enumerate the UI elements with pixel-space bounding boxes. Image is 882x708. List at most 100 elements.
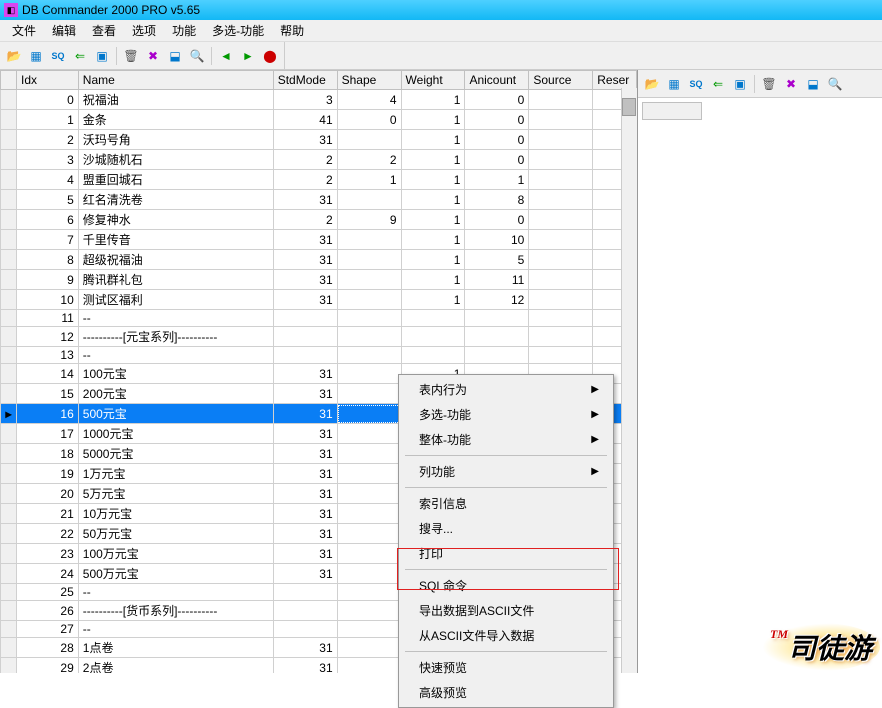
cell-shape[interactable] [337,484,401,504]
tool1-icon[interactable]: ✖ [143,46,163,66]
cell-idx[interactable]: 21 [17,504,79,524]
cell-shape[interactable]: 0 [337,110,401,130]
cell-name[interactable]: 沃玛号角 [78,130,273,150]
cell-std[interactable]: 31 [273,424,337,444]
cell-idx[interactable]: 14 [17,364,79,384]
cell-std[interactable]: 31 [273,638,337,658]
cell-shape[interactable] [337,270,401,290]
cell-src[interactable] [529,290,593,310]
add-icon-r[interactable]: ▣ [730,74,750,94]
cell-src[interactable] [529,190,593,210]
cell-std[interactable]: 31 [273,658,337,674]
cell-name[interactable]: -- [78,310,273,327]
table-row[interactable]: 11-- [1,310,637,327]
open-icon[interactable]: 📂 [4,46,24,66]
cell-src[interactable] [529,170,593,190]
cell-shape[interactable]: 2 [337,150,401,170]
cell-std[interactable]: 31 [273,464,337,484]
cell-ani[interactable] [465,310,529,327]
cell-std[interactable]: 2 [273,150,337,170]
cell-idx[interactable]: 8 [17,250,79,270]
cell-std[interactable]: 31 [273,544,337,564]
cm-whole-func[interactable]: 整体-功能▶ [401,427,611,452]
cell-shape[interactable] [337,621,401,638]
table-row[interactable]: 4盟重回城石2111 [1,170,637,190]
cell-idx[interactable]: 1 [17,110,79,130]
cell-shape[interactable] [337,347,401,364]
cell-idx[interactable]: 28 [17,638,79,658]
table-row[interactable]: 3沙城随机石2210 [1,150,637,170]
cell-idx[interactable]: 0 [17,90,79,110]
cell-std[interactable]: 31 [273,250,337,270]
cell-ani[interactable]: 0 [465,130,529,150]
table-row[interactable]: 13-- [1,347,637,364]
cell-shape[interactable]: 4 [337,90,401,110]
menu-help[interactable]: 帮助 [272,20,312,41]
cell-shape[interactable] [337,130,401,150]
cell-weight[interactable] [401,347,465,364]
cell-ani[interactable]: 8 [465,190,529,210]
cm-print[interactable]: 打印 [401,541,611,566]
cell-shape[interactable] [337,601,401,621]
cell-idx[interactable]: 25 [17,584,79,601]
cell-name[interactable]: 50万元宝 [78,524,273,544]
table-row[interactable]: 0祝福油3410 [1,90,637,110]
tool2-icon-r[interactable]: ⬓ [803,74,823,94]
cell-idx[interactable]: 11 [17,310,79,327]
cell-std[interactable]: 31 [273,290,337,310]
cm-search[interactable]: 搜寻... [401,516,611,541]
cell-ani[interactable]: 0 [465,90,529,110]
cell-idx[interactable]: 23 [17,544,79,564]
cell-idx[interactable]: 20 [17,484,79,504]
col-idx[interactable]: Idx [17,71,79,90]
cell-ani[interactable] [465,347,529,364]
cell-name[interactable]: 500元宝 [78,404,273,424]
cell-weight[interactable]: 1 [401,110,465,130]
cell-src[interactable] [529,210,593,230]
cell-std[interactable]: 31 [273,384,337,404]
cell-name[interactable]: 腾讯群礼包 [78,270,273,290]
cell-shape[interactable] [337,404,401,424]
cell-shape[interactable] [337,584,401,601]
menu-view[interactable]: 查看 [84,20,124,41]
menu-options[interactable]: 选项 [124,20,164,41]
cell-shape[interactable] [337,290,401,310]
cell-weight[interactable]: 1 [401,270,465,290]
cell-shape[interactable] [337,658,401,674]
cell-idx[interactable]: 3 [17,150,79,170]
sql-icon-r[interactable]: SQ [686,74,706,94]
cell-shape[interactable]: 1 [337,170,401,190]
cell-std[interactable]: 2 [273,170,337,190]
cell-std[interactable] [273,584,337,601]
menu-multi[interactable]: 多选-功能 [204,20,272,41]
add-icon[interactable]: ▣ [92,46,112,66]
cell-ani[interactable]: 1 [465,170,529,190]
grid-icon[interactable]: ▦ [26,46,46,66]
col-std[interactable]: StdMode [273,71,337,90]
cell-weight[interactable]: 1 [401,250,465,270]
cell-std[interactable]: 41 [273,110,337,130]
cell-src[interactable] [529,347,593,364]
table-row[interactable]: 5红名清洗卷3118 [1,190,637,210]
cell-weight[interactable]: 1 [401,210,465,230]
cell-ani[interactable]: 0 [465,210,529,230]
cell-idx[interactable]: 10 [17,290,79,310]
cell-idx[interactable]: 16 [17,404,79,424]
cell-src[interactable] [529,110,593,130]
search-icon-r[interactable]: 🔍 [825,74,845,94]
cell-name[interactable]: ----------[元宝系列]---------- [78,327,273,347]
cell-idx[interactable]: 4 [17,170,79,190]
cell-idx[interactable]: 18 [17,444,79,464]
cell-name[interactable]: 红名清洗卷 [78,190,273,210]
cell-name[interactable]: 超级祝福油 [78,250,273,270]
cell-name[interactable]: 沙城随机石 [78,150,273,170]
cell-weight[interactable]: 1 [401,190,465,210]
cell-weight[interactable] [401,327,465,347]
col-ani[interactable]: Anicount [465,71,529,90]
cell-weight[interactable]: 1 [401,290,465,310]
cell-name[interactable]: -- [78,347,273,364]
cell-name[interactable]: 1000元宝 [78,424,273,444]
cell-src[interactable] [529,270,593,290]
cell-ani[interactable] [465,327,529,347]
cell-std[interactable]: 31 [273,524,337,544]
